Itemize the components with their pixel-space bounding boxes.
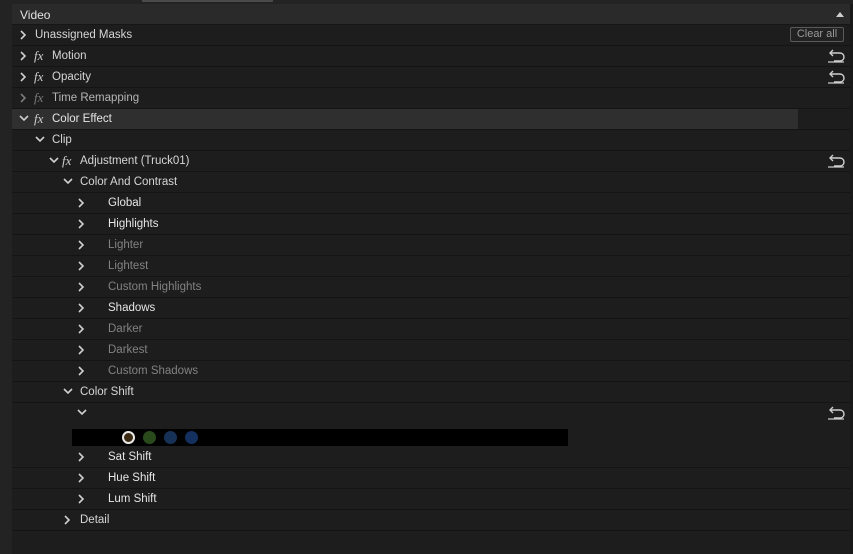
chevron-down-icon[interactable] xyxy=(14,109,35,129)
row-label: Color Shift xyxy=(80,386,134,398)
row-label: Color And Contrast xyxy=(80,176,178,188)
chevron-down-icon[interactable] xyxy=(30,130,51,150)
row-custom-shadows[interactable]: Custom Shadows xyxy=(12,361,850,382)
row-label: Custom Highlights xyxy=(108,281,202,293)
chevron-right-icon[interactable] xyxy=(72,361,93,381)
chevron-right-icon[interactable] xyxy=(72,277,93,297)
row-label: Color Effect xyxy=(52,113,112,125)
row-shadows[interactable]: Shadows xyxy=(12,298,850,319)
left-gutter xyxy=(0,4,12,554)
row-label: Opacity xyxy=(52,71,91,83)
row-global[interactable]: Global xyxy=(12,193,850,214)
color-swatch-strip xyxy=(72,429,568,446)
chevron-right-icon[interactable] xyxy=(72,256,93,276)
chevron-right-icon[interactable] xyxy=(14,25,35,45)
row-label: Hue Shift xyxy=(108,472,156,484)
row-darkest[interactable]: Darkest xyxy=(12,340,850,361)
color-swatch[interactable] xyxy=(143,431,156,444)
row-custom-highlights[interactable]: Custom Highlights xyxy=(12,277,850,298)
chevron-right-icon[interactable] xyxy=(72,235,93,255)
chevron-right-icon[interactable] xyxy=(72,468,93,488)
row-label: Time Remapping xyxy=(52,92,140,104)
row-lightest[interactable]: Lightest xyxy=(12,256,850,277)
row-label: Lightest xyxy=(108,260,149,272)
chevron-right-icon[interactable] xyxy=(72,489,93,509)
row-detail[interactable]: Detail xyxy=(12,510,850,531)
chevron-right-icon[interactable] xyxy=(72,298,93,318)
chevron-right-icon[interactable] xyxy=(72,214,93,234)
row-label: Shadows xyxy=(108,302,156,314)
row-highlight xyxy=(12,109,798,129)
row-label: Global xyxy=(108,197,142,209)
row-highlights[interactable]: Highlights xyxy=(12,214,850,235)
triangle-up-icon[interactable] xyxy=(836,12,844,17)
color-swatch[interactable] xyxy=(164,431,177,444)
fx-icon: fx xyxy=(34,111,44,126)
row-label: Lighter xyxy=(108,239,144,251)
chevron-right-icon[interactable] xyxy=(14,67,35,87)
reset-icon[interactable] xyxy=(827,406,845,420)
row-clip[interactable]: Clip xyxy=(12,130,850,151)
chevron-down-icon[interactable] xyxy=(58,382,79,402)
reset-icon[interactable] xyxy=(827,70,845,84)
row-label: Unassigned Masks xyxy=(35,29,133,41)
row-label: Darkest xyxy=(108,344,148,356)
row-time-remapping[interactable]: fx Time Remapping xyxy=(12,88,850,109)
chevron-right-icon[interactable] xyxy=(14,88,35,108)
row-adjustment[interactable]: fx Adjustment (Truck01) xyxy=(12,151,850,172)
clear-all-button[interactable]: Clear all xyxy=(790,27,844,42)
chevron-down-icon[interactable] xyxy=(72,403,93,423)
row-label: Adjustment (Truck01) xyxy=(80,155,190,167)
chevron-right-icon[interactable] xyxy=(58,510,79,530)
fx-icon: fx xyxy=(62,153,72,168)
reset-icon[interactable] xyxy=(827,49,845,63)
video-section-header[interactable]: Video xyxy=(12,4,850,25)
row-label: Lum Shift xyxy=(108,493,157,505)
row-label: Highlights xyxy=(108,218,159,230)
row-color-effect[interactable]: fx Color Effect xyxy=(12,109,850,130)
section-title: Video xyxy=(20,8,51,22)
chevron-right-icon[interactable] xyxy=(72,319,93,339)
fx-icon: fx xyxy=(34,90,44,105)
empty-area xyxy=(12,532,850,554)
tab-indicator xyxy=(142,0,273,2)
chevron-right-icon[interactable] xyxy=(14,46,35,66)
reset-icon[interactable] xyxy=(827,154,845,168)
color-swatch[interactable] xyxy=(122,431,135,444)
row-label: Custom Shadows xyxy=(108,365,199,377)
row-label: Sat Shift xyxy=(108,451,152,463)
row-opacity[interactable]: fx Opacity xyxy=(12,67,850,88)
row-color-and-contrast[interactable]: Color And Contrast xyxy=(12,172,850,193)
chevron-right-icon[interactable] xyxy=(72,340,93,360)
fx-icon: fx xyxy=(34,69,44,84)
row-color-shift[interactable]: Color Shift xyxy=(12,382,850,403)
chevron-down-icon[interactable] xyxy=(58,172,79,192)
row-darker[interactable]: Darker xyxy=(12,319,850,340)
row-motion[interactable]: fx Motion xyxy=(12,46,850,67)
row-label: Darker xyxy=(108,323,143,335)
chevron-right-icon[interactable] xyxy=(72,447,93,467)
row-label: Clip xyxy=(52,134,72,146)
row-label: Detail xyxy=(80,514,110,526)
row-unassigned-masks[interactable]: Unassigned Masks Clear all xyxy=(12,25,850,46)
row-lighter[interactable]: Lighter xyxy=(12,235,850,256)
row-hue-shift[interactable]: Hue Shift xyxy=(12,468,850,489)
fx-icon: fx xyxy=(34,48,44,63)
row-sat-shift[interactable]: Sat Shift xyxy=(12,447,850,468)
row-label: Motion xyxy=(52,50,87,62)
color-swatch[interactable] xyxy=(185,431,198,444)
chevron-right-icon[interactable] xyxy=(72,193,93,213)
row-color-shift-group[interactable] xyxy=(12,403,850,425)
row-lum-shift[interactable]: Lum Shift xyxy=(12,489,850,510)
